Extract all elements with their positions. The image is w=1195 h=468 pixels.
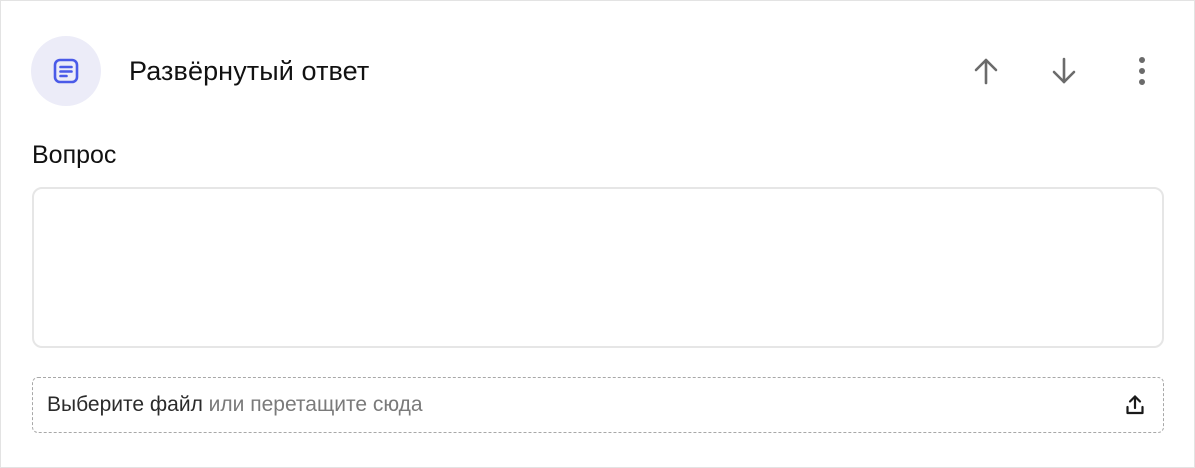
block-type-title: Развёрнутый ответ: [129, 55, 370, 86]
upload-text: Выберите файл или перетащите сюда: [47, 393, 423, 417]
upload-icon[interactable]: [1121, 391, 1149, 419]
drag-here-hint: или перетащите сюда: [202, 393, 423, 416]
file-upload-dropzone[interactable]: Выберите файл или перетащите сюда: [32, 377, 1164, 433]
question-label: Вопрос: [32, 141, 117, 169]
more-options-button[interactable]: [1120, 49, 1164, 93]
choose-file-link[interactable]: Выберите файл: [47, 393, 203, 416]
move-down-button[interactable]: [1042, 49, 1086, 93]
question-input[interactable]: [32, 187, 1164, 348]
block-actions: [964, 35, 1164, 107]
move-up-button[interactable]: [964, 49, 1008, 93]
text-lines-icon: [31, 36, 101, 106]
arrow-up-icon: [974, 58, 998, 85]
arrow-down-icon: [1052, 57, 1076, 84]
block-header: Развёрнутый ответ: [31, 35, 1164, 107]
more-vertical-icon: [1139, 57, 1145, 85]
long-answer-block: Развёрнутый ответ Вопрос Выберите файл и…: [0, 0, 1195, 468]
